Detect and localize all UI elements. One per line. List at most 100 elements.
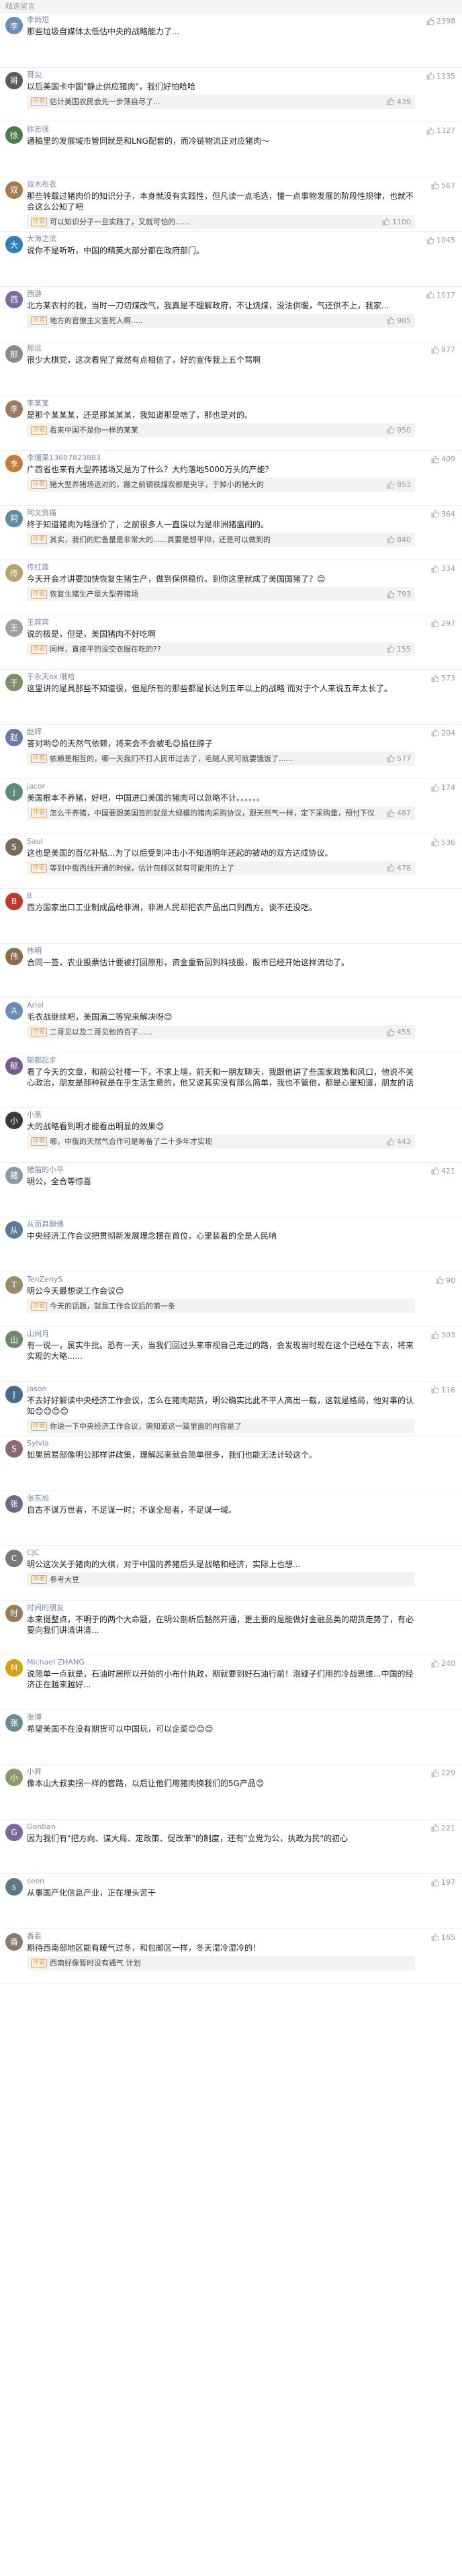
- avatar[interactable]: T: [5, 1276, 23, 1294]
- avatar[interactable]: 小: [5, 1112, 23, 1129]
- like-button[interactable]: 116: [431, 1386, 455, 1394]
- like-button[interactable]: 1327: [426, 126, 455, 135]
- comment-username[interactable]: Sylvia: [27, 1439, 415, 1448]
- comment-username[interactable]: 阿文资痛: [27, 508, 415, 518]
- avatar[interactable]: 郁: [5, 1057, 23, 1075]
- avatar[interactable]: 传: [5, 564, 23, 582]
- like-button[interactable]: 421: [431, 1167, 455, 1175]
- comment-username[interactable]: 香看: [27, 1932, 415, 1941]
- avatar[interactable]: 哥: [5, 71, 23, 89]
- like-button[interactable]: 1335: [426, 72, 455, 81]
- avatar[interactable]: 王: [5, 619, 23, 637]
- like-button[interactable]: 409: [431, 455, 455, 463]
- avatar[interactable]: 伟: [5, 947, 23, 965]
- comment-username[interactable]: 时间的朋友: [27, 1603, 415, 1613]
- comment-username[interactable]: 小昇: [27, 1767, 415, 1777]
- like-button[interactable]: 303: [431, 1331, 455, 1339]
- comment-username[interactable]: 伟明: [27, 946, 415, 956]
- comment-username[interactable]: Ariel: [27, 1001, 415, 1010]
- like-button[interactable]: 90: [436, 1276, 455, 1285]
- avatar[interactable]: 李: [5, 17, 23, 34]
- comment-username[interactable]: 李某某: [27, 399, 415, 408]
- like-button[interactable]: 536: [431, 838, 455, 847]
- avatar[interactable]: 李: [5, 400, 23, 418]
- like-button[interactable]: 364: [431, 510, 455, 519]
- like-button[interactable]: 2398: [426, 17, 455, 26]
- like-button[interactable]: 240: [431, 1659, 455, 1668]
- avatar[interactable]: j: [5, 783, 23, 801]
- avatar[interactable]: 阿: [5, 509, 23, 527]
- comment-username[interactable]: 李尚烜: [27, 15, 415, 25]
- avatar[interactable]: 徐: [5, 126, 23, 144]
- comment-username[interactable]: 山间月: [27, 1329, 415, 1339]
- comment-username[interactable]: 郁都起步: [27, 1056, 415, 1065]
- comment-username[interactable]: 那远: [27, 344, 415, 353]
- reply-like-button[interactable]: 443: [387, 1137, 411, 1147]
- avatar[interactable]: A: [5, 1002, 23, 1020]
- avatar[interactable]: 李: [5, 455, 23, 472]
- avatar[interactable]: 双: [5, 181, 23, 199]
- avatar[interactable]: C: [5, 1550, 23, 1567]
- reply-like-button[interactable]: 577: [387, 754, 411, 764]
- avatar[interactable]: 小: [5, 1769, 23, 1786]
- like-button[interactable]: 1045: [426, 236, 455, 245]
- comment-username[interactable]: 小黑: [27, 1110, 415, 1120]
- like-button[interactable]: 221: [431, 1824, 455, 1832]
- avatar[interactable]: J: [5, 1385, 23, 1403]
- avatar[interactable]: 猪: [5, 1166, 23, 1184]
- comment-username[interactable]: Saul: [27, 837, 415, 846]
- reply-like-button[interactable]: 840: [387, 535, 411, 545]
- comment-username[interactable]: 传红霖: [27, 563, 415, 572]
- comment-username[interactable]: jacor: [27, 782, 415, 791]
- like-button[interactable]: 567: [431, 181, 455, 190]
- comment-username[interactable]: Jason: [27, 1384, 415, 1394]
- reply-like-button[interactable]: 487: [387, 808, 411, 818]
- like-button[interactable]: 204: [431, 729, 455, 738]
- avatar[interactable]: 张: [5, 1714, 23, 1732]
- reply-like-button[interactable]: 950: [387, 425, 411, 435]
- like-button[interactable]: 1017: [426, 291, 455, 300]
- reply-like-button[interactable]: 439: [387, 97, 411, 107]
- like-button[interactable]: 297: [431, 619, 455, 628]
- avatar[interactable]: M: [5, 1659, 23, 1677]
- comment-username[interactable]: TenZenyS: [27, 1275, 415, 1284]
- avatar[interactable]: 香: [5, 1933, 23, 1951]
- avatar[interactable]: 大: [5, 236, 23, 253]
- reply-like-button[interactable]: 155: [387, 644, 411, 654]
- comment-username[interactable]: 张博: [27, 1713, 415, 1722]
- comment-username[interactable]: CJC: [27, 1548, 415, 1558]
- comment-username[interactable]: 王宾宾: [27, 618, 415, 627]
- comment-username[interactable]: 大海之滨: [27, 234, 415, 244]
- like-button[interactable]: 229: [431, 1769, 455, 1777]
- reply-like-button[interactable]: 985: [387, 316, 411, 326]
- comment-username[interactable]: 从而真飘佛: [27, 1220, 415, 1229]
- reply-like-button[interactable]: 1100: [382, 217, 411, 227]
- reply-like-button[interactable]: 478: [387, 863, 411, 873]
- avatar[interactable]: 赵: [5, 728, 23, 746]
- avatar[interactable]: B: [5, 893, 23, 910]
- like-button[interactable]: 573: [431, 674, 455, 682]
- avatar[interactable]: 时: [5, 1604, 23, 1622]
- avatar[interactable]: 于: [5, 674, 23, 691]
- comment-username[interactable]: B: [27, 891, 415, 901]
- like-button[interactable]: 334: [431, 564, 455, 573]
- reply-like-button[interactable]: 455: [387, 1027, 411, 1037]
- like-button[interactable]: 197: [431, 1878, 455, 1887]
- avatar[interactable]: s: [5, 1878, 23, 1896]
- comment-username[interactable]: 张东旭: [27, 1494, 415, 1503]
- comment-username[interactable]: 双木布衣: [27, 180, 415, 189]
- reply-like-button[interactable]: 793: [387, 589, 411, 599]
- like-button[interactable]: 165: [431, 1933, 455, 1942]
- comment-username[interactable]: Gonban: [27, 1822, 415, 1832]
- avatar[interactable]: 张: [5, 1495, 23, 1513]
- comment-username[interactable]: 哥尖: [27, 71, 415, 80]
- comment-username[interactable]: 徐志强: [27, 125, 415, 134]
- avatar[interactable]: G: [5, 1823, 23, 1841]
- avatar[interactable]: 西: [5, 290, 23, 308]
- reply-like-button[interactable]: 853: [387, 480, 411, 490]
- comment-username[interactable]: Michael ZHANG: [27, 1658, 415, 1667]
- avatar[interactable]: S: [5, 1440, 23, 1458]
- avatar[interactable]: 山: [5, 1331, 23, 1348]
- comment-username[interactable]: 西游: [27, 290, 415, 299]
- comment-username[interactable]: 于永天ox 哦哈: [27, 672, 415, 682]
